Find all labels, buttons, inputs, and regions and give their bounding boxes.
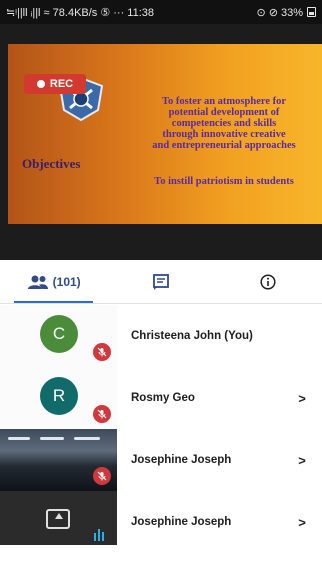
slide-line: potential development of: [168, 107, 280, 118]
participant-row[interactable]: C Christeena John (You): [0, 305, 322, 367]
participant-name: Josephine Joseph: [131, 454, 232, 466]
participant-media: R: [0, 367, 117, 429]
participant-media: C: [0, 305, 117, 367]
chat-icon: [153, 273, 169, 290]
participant-list: C Christeena John (You) R Rosmy Geo > Jo…: [0, 305, 322, 553]
mic-muted-icon: [93, 343, 111, 361]
panel-tabs: (101): [0, 260, 322, 304]
participant-row[interactable]: Josephine Joseph >: [0, 491, 322, 553]
status-right: ⊙ ⊘ 33%: [256, 6, 316, 19]
slide-line: competencies and skills: [171, 118, 277, 129]
slide-line: To foster an atmosphere for: [161, 96, 287, 107]
chevron-right-icon[interactable]: >: [292, 453, 312, 468]
status-left-text: ≒ᵎ||ll ᵢ||l ≈ 78.4KB/s ⑤ ··· 11:38: [6, 6, 155, 19]
battery-icon: [307, 7, 316, 17]
mic-muted-icon: [93, 405, 111, 423]
avatar: C: [40, 315, 78, 353]
presentation-slide: Objectives To foster an atmosphere for p…: [8, 44, 322, 224]
tab-chat[interactable]: [107, 260, 214, 303]
chevron-right-icon[interactable]: >: [292, 391, 312, 406]
bottom-strip: [0, 545, 322, 569]
participant-media: [0, 491, 117, 553]
record-dot-icon: [36, 80, 45, 88]
audio-level-icon: [94, 529, 104, 541]
slide-line: through innovative creative: [162, 129, 286, 140]
status-right-text: ⊙ ⊘ 33%: [256, 6, 303, 19]
participant-name: Christeena John (You): [131, 330, 253, 342]
shared-screen-view[interactable]: Objectives To foster an atmosphere for p…: [0, 24, 322, 260]
participant-name: Rosmy Geo: [131, 392, 195, 404]
participant-row[interactable]: R Rosmy Geo >: [0, 367, 322, 429]
status-left: ≒ᵎ||ll ᵢ||l ≈ 78.4KB/s ⑤ ··· 11:38: [6, 6, 154, 19]
slide-line: and entrepreneurial approaches: [152, 140, 296, 151]
participant-row[interactable]: Josephine Joseph >: [0, 429, 322, 491]
screen-share-thumbnail: [0, 491, 117, 553]
participant-media: [0, 429, 117, 491]
avatar: R: [40, 377, 78, 415]
participant-count: (101): [52, 274, 81, 289]
people-icon: [27, 275, 48, 289]
slide-heading: Objectives: [22, 156, 81, 171]
recording-label: REC: [49, 78, 74, 90]
chevron-right-icon[interactable]: >: [292, 515, 312, 530]
recording-badge: REC: [24, 74, 86, 94]
tab-info[interactable]: [215, 260, 322, 303]
tab-participants[interactable]: (101): [0, 260, 107, 303]
slide-text: To foster an atmosphere for potential de…: [128, 96, 320, 151]
screen-share-icon: [46, 509, 70, 529]
info-icon: [260, 273, 276, 290]
status-bar: ≒ᵎ||ll ᵢ||l ≈ 78.4KB/s ⑤ ··· 11:38 ⊙ ⊘ 3…: [0, 0, 322, 24]
mic-muted-icon: [93, 467, 111, 485]
participant-name: Josephine Joseph: [131, 516, 232, 528]
slide-line-last: To instill patriotism in students: [154, 176, 294, 187]
